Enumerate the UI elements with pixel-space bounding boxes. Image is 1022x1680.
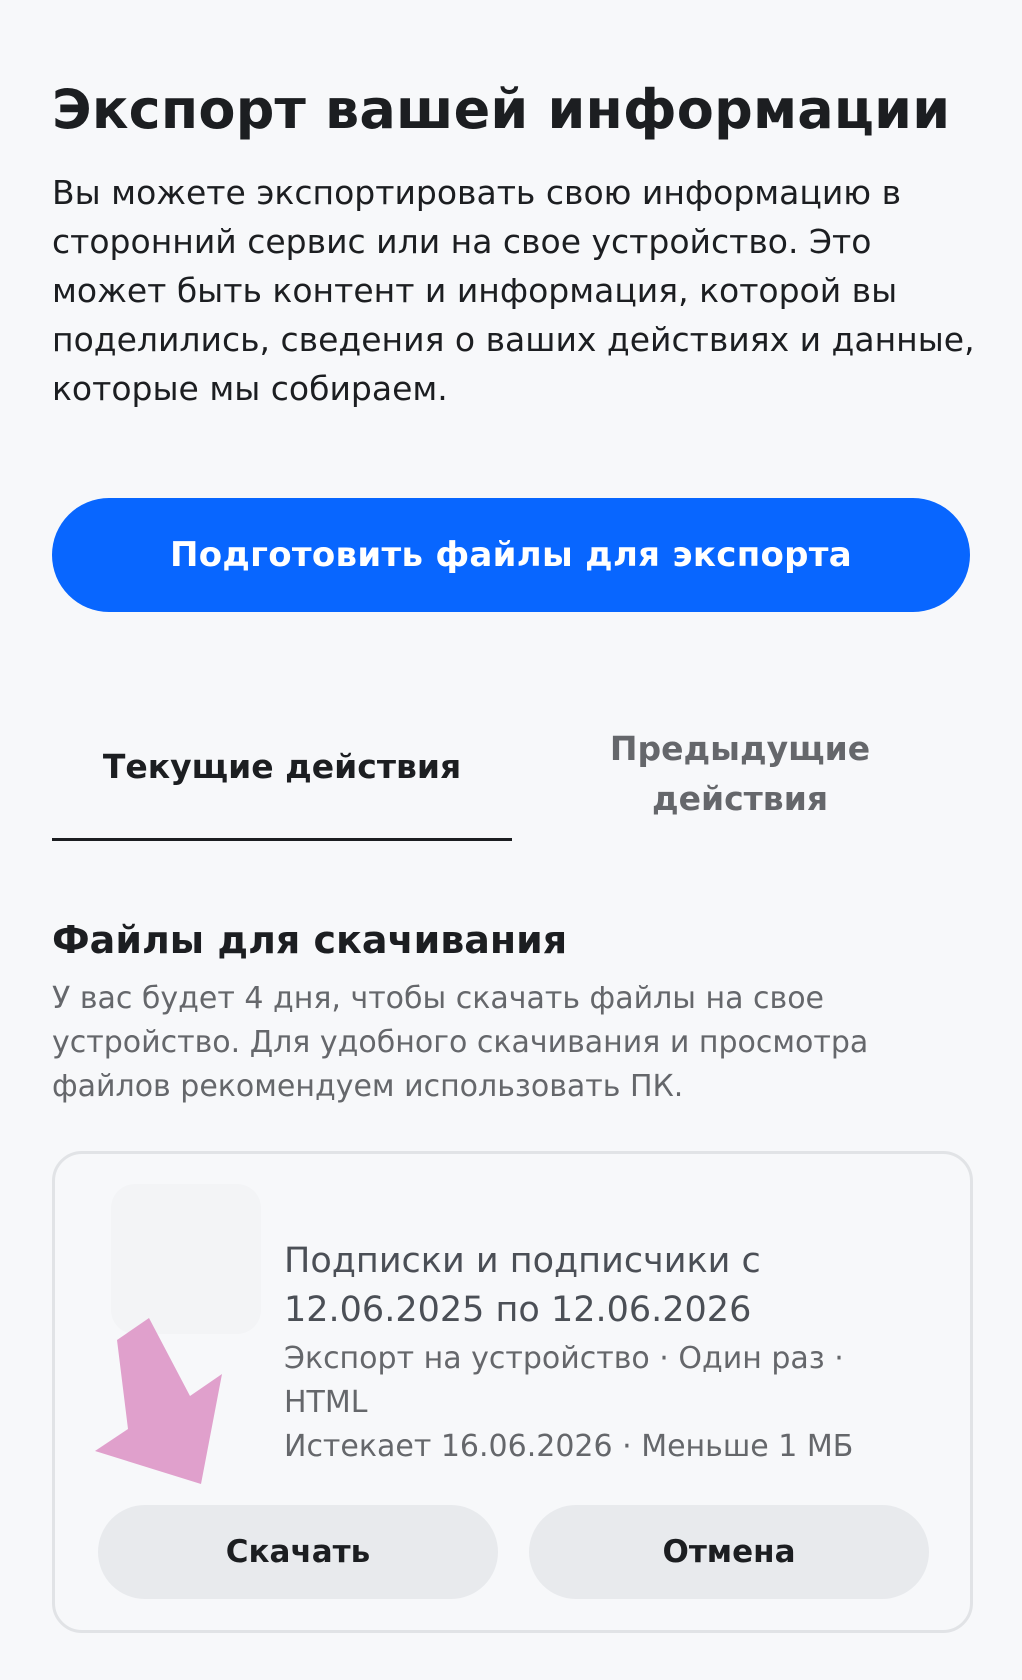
export-file-card: Подписки и подписчики с 12.06.2025 по 12… bbox=[52, 1151, 973, 1633]
annotation-arrow-icon bbox=[95, 1318, 222, 1484]
downloads-section-title: Файлы для скачивания bbox=[52, 918, 568, 962]
export-page: Экспорт вашей информации Вы можете экспо… bbox=[0, 0, 1022, 1680]
cancel-button[interactable]: Отмена bbox=[529, 1505, 929, 1599]
annotation-arrow-shape bbox=[95, 1318, 222, 1484]
tab-selected-indicator bbox=[52, 838, 512, 841]
downloads-section-description: У вас будет 4 дня, чтобы скачать файлы н… bbox=[52, 981, 869, 1104]
download-button[interactable]: Скачать bbox=[98, 1505, 498, 1599]
tab-previous-activity[interactable]: Предыдущие действия bbox=[560, 724, 920, 824]
file-expiry-size: Истекает 16.06.2026 · Меньше 1 МБ bbox=[284, 1429, 854, 1464]
page-title: Экспорт вашей информации bbox=[52, 78, 951, 141]
prepare-export-button[interactable]: Подготовить файлы для экспорта bbox=[52, 498, 970, 612]
file-export-details: Экспорт на устройство · Один раз · HTML bbox=[284, 1341, 844, 1420]
tab-current-activity[interactable]: Текущие действия bbox=[52, 742, 512, 792]
file-title: Подписки и подписчики с 12.06.2025 по 12… bbox=[284, 1241, 761, 1330]
page-description: Вы можете экспортировать свою информацию… bbox=[52, 173, 975, 408]
